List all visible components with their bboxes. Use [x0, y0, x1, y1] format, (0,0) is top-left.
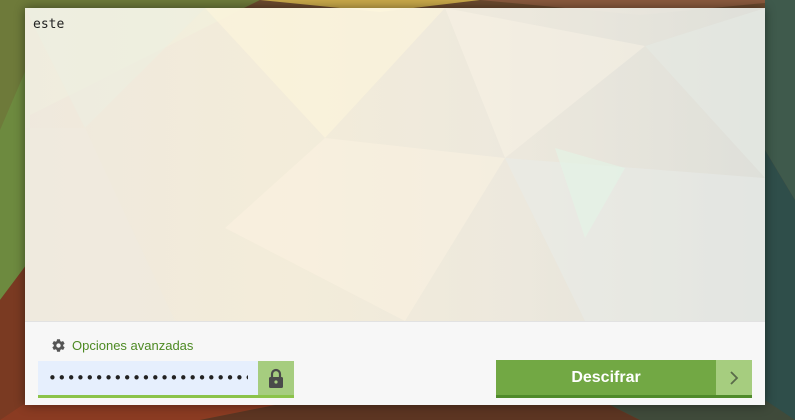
text-area-pattern — [25, 8, 765, 321]
password-toggle-button[interactable] — [258, 361, 294, 395]
controls-bar: Opciones avanzadas Descifrar — [25, 321, 765, 405]
decrypt-panel: este Opciones avanzadas Descifrar — [25, 8, 765, 405]
lock-icon — [269, 368, 283, 388]
decrypt-arrow-button[interactable] — [716, 360, 752, 395]
advanced-options-label: Opciones avanzadas — [72, 337, 194, 353]
message-text: este — [33, 17, 65, 32]
decrypt-button[interactable]: Descifrar — [496, 360, 752, 398]
gear-icon — [52, 338, 65, 352]
decrypt-button-label: Descifrar — [496, 360, 716, 395]
password-field-group — [38, 361, 294, 398]
chevron-right-icon — [730, 370, 739, 385]
advanced-options-toggle[interactable]: Opciones avanzadas — [51, 337, 193, 353]
password-input[interactable] — [38, 361, 258, 395]
message-text-area[interactable]: este — [25, 8, 765, 321]
